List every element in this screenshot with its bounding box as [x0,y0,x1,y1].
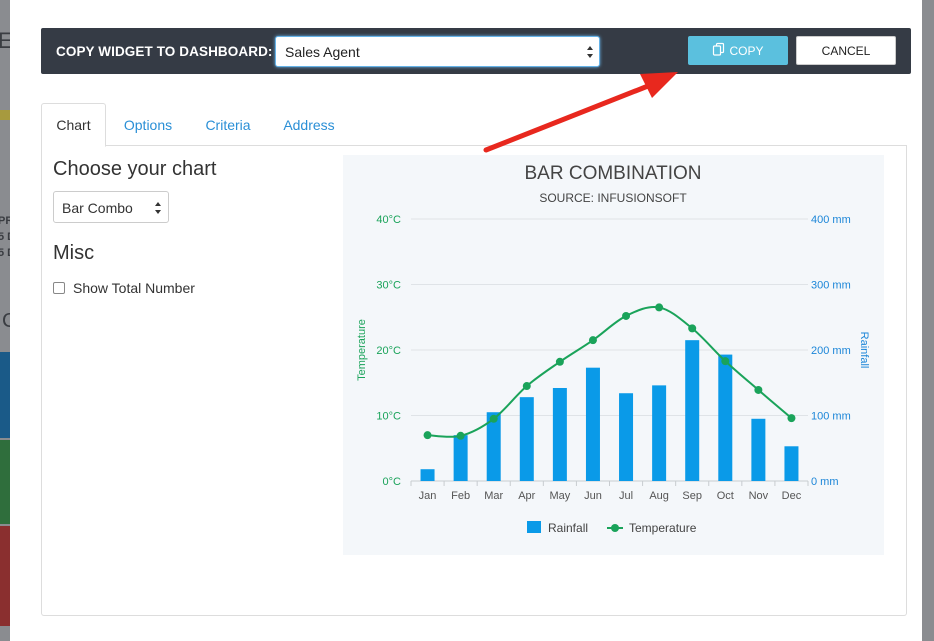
temperature-point [456,431,465,440]
left-axis-tick: 40°C [376,214,401,226]
legend-rainfall-swatch [527,521,541,533]
temperature-point [721,357,730,366]
x-axis-tick: Mar [484,490,503,502]
dashboard-select-value: Sales Agent [285,44,360,60]
rainfall-bar [751,418,766,481]
cancel-button-label: CANCEL [821,43,871,58]
x-axis-tick: Aug [649,490,669,502]
x-axis-tick: Jul [619,490,633,502]
show-total-label: Show Total Number [73,280,195,296]
choose-chart-heading: Choose your chart [53,158,217,180]
rainfall-bar [585,367,600,481]
select-arrows-icon [154,199,164,217]
show-total-checkbox[interactable] [53,282,65,294]
chart-preview: BAR COMBINATION SOURCE: INFUSIONSOFT 0°C 0 … [343,155,884,555]
chart-type-select[interactable]: Bar Combo [53,191,169,223]
temperature-point [489,414,498,423]
right-axis-tick: 300 mm [811,280,851,292]
x-axis-tick: May [549,490,570,502]
temperature-point [622,311,631,320]
x-axis-tick: Dec [782,490,802,502]
right-axis-tick: 400 mm [811,214,851,226]
rainfall-bar [718,354,733,481]
chart-tab-panel: Choose your chart Bar Combo Misc Show To… [41,146,907,616]
left-axis-tick: 0°C [383,476,402,488]
chart-type-select-value: Bar Combo [62,200,133,216]
x-axis-tick: Apr [518,490,535,502]
legend-temperature-marker [611,524,619,532]
right-axis-tick: 200 mm [811,345,851,357]
legend-rainfall-label: Rainfall [548,521,588,535]
copy-widget-modal: COPY WIDGET TO DASHBOARD: Sales Agent CO… [10,0,922,641]
copy-button-label: COPY [729,43,764,58]
legend-temperature-label: Temperature [629,521,697,535]
tab-bar: Chart Options Criteria Address [41,103,907,147]
copy-button[interactable]: COPY [688,36,788,65]
rainfall-bar [453,435,468,481]
modal-header: COPY WIDGET TO DASHBOARD: Sales Agent CO… [41,28,911,74]
rainfall-bar [552,387,567,481]
cancel-button[interactable]: CANCEL [796,36,896,65]
temperature-point [688,324,697,333]
rainfall-bar [652,385,667,481]
temperature-point [588,336,597,345]
chart-title: BAR COMBINATION [525,163,702,184]
right-axis-tick: 0 mm [811,476,839,488]
tab-chart[interactable]: Chart [41,103,106,147]
rainfall-bar [685,340,700,481]
dashboard-select[interactable]: Sales Agent [275,36,600,67]
x-axis-tick: Feb [451,490,470,502]
bar-combination-chart: BAR COMBINATION SOURCE: INFUSIONSOFT 0°C 0 … [356,163,870,535]
tab-options[interactable]: Options [113,103,183,146]
misc-heading: Misc [53,242,95,264]
x-axis-tick: Oct [717,490,734,502]
temperature-line [427,305,793,438]
temperature-point [423,431,432,440]
right-axis-tick: 100 mm [811,411,851,423]
rainfall-bar [519,397,534,481]
x-axis-tick: Jun [584,490,602,502]
left-axis-tick: 30°C [376,280,401,292]
rainfall-bar [784,446,799,481]
temperature-point [655,303,664,312]
temperature-point [555,357,564,366]
chart-subtitle: SOURCE: INFUSIONSOFT [539,191,687,205]
tab-criteria[interactable]: Criteria [197,103,259,146]
tab-address[interactable]: Address [273,103,345,146]
x-axis-tick: Nov [749,490,769,502]
show-total-option[interactable]: Show Total Number [53,280,195,296]
right-axis-label: Rainfall [858,332,870,369]
rainfall-bar [420,469,435,481]
select-arrows-icon [586,43,596,61]
background-right-strip [922,0,934,641]
x-axis-tick: Jan [419,490,437,502]
temperature-point [754,385,763,394]
copy-icon [712,42,726,59]
left-axis-label: Temperature [356,319,368,381]
temperature-point [522,382,531,391]
temperature-point [787,414,796,423]
x-axis-tick: Sep [682,490,702,502]
left-axis-tick: 10°C [376,411,401,423]
rainfall-bar [619,393,634,481]
left-axis-tick: 20°C [376,345,401,357]
copy-widget-label: COPY WIDGET TO DASHBOARD: [56,44,273,59]
